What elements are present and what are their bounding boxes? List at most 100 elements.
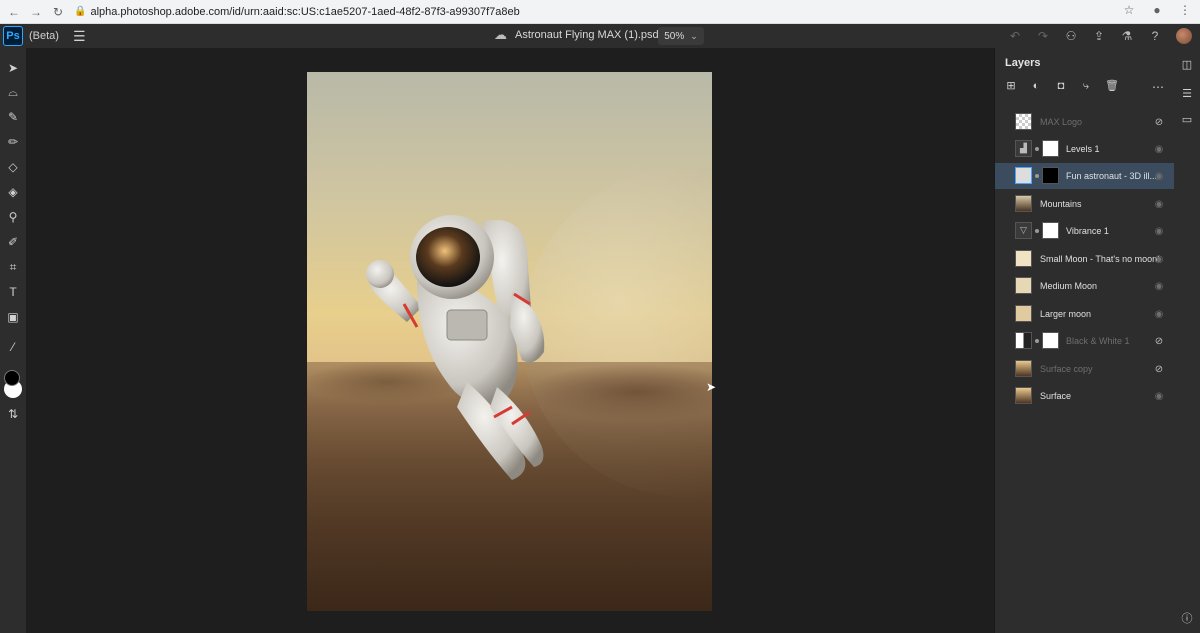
- eye-hidden-icon[interactable]: ⊘: [1153, 364, 1165, 375]
- bookmark-star-icon[interactable]: ☆: [1122, 3, 1136, 17]
- help-icon[interactable]: ?: [1148, 29, 1162, 43]
- document-title-group[interactable]: ☁ Astronaut Flying MAX (1).psdc ⌄: [494, 27, 680, 43]
- eraser-tool-icon[interactable]: ◇: [5, 159, 21, 175]
- layer-row[interactable]: Small Moon - That's no moon! ◉: [995, 246, 1175, 272]
- eye-icon[interactable]: ◉: [1153, 171, 1165, 182]
- photoshop-logo[interactable]: Ps: [3, 26, 23, 46]
- link-icon: [1035, 339, 1039, 343]
- layer-name: MAX Logo: [1040, 117, 1083, 127]
- layer-row[interactable]: Mountains ◉: [995, 191, 1175, 217]
- eye-icon[interactable]: ◉: [1153, 281, 1165, 292]
- crop-tool-icon[interactable]: ⌗: [5, 259, 21, 275]
- undo-icon[interactable]: ↶: [1008, 29, 1022, 43]
- clone-stamp-tool-icon[interactable]: ⚲: [5, 209, 21, 225]
- share-icon[interactable]: ⇪: [1092, 29, 1106, 43]
- beta-flask-icon[interactable]: ⚗: [1120, 29, 1134, 43]
- layer-row[interactable]: MAX Logo ⊘: [995, 109, 1175, 135]
- cloud-icon: ☁: [494, 27, 507, 42]
- layer-name: Mountains: [1040, 199, 1082, 209]
- delete-layer-icon[interactable]: 🗑: [1105, 80, 1119, 92]
- move-tool-icon[interactable]: ➤: [5, 60, 21, 76]
- layer-row[interactable]: ▽ Vibrance 1 ◉: [995, 218, 1175, 244]
- avatar[interactable]: [1176, 28, 1192, 44]
- place-image-tool-icon[interactable]: ▣: [5, 309, 21, 325]
- eye-icon[interactable]: ◉: [1153, 226, 1165, 237]
- layers-panel-icon[interactable]: ◫: [1181, 59, 1193, 71]
- eye-hidden-icon[interactable]: ⊘: [1153, 336, 1165, 347]
- layer-thumbnail: [1015, 113, 1032, 130]
- zoom-value: 50%: [664, 30, 685, 42]
- clip-layer-icon[interactable]: ⤷: [1080, 80, 1092, 92]
- layer-name: Small Moon - That's no moon!: [1040, 254, 1160, 264]
- chevron-down-icon: ⌄: [690, 30, 698, 41]
- foreground-color-swatch[interactable]: [4, 370, 20, 386]
- forward-icon[interactable]: →: [28, 4, 44, 20]
- more-options-icon[interactable]: ⋯: [1152, 80, 1164, 94]
- levels-adjustment-icon: ▟: [1015, 140, 1032, 157]
- properties-panel-icon[interactable]: ☰: [1181, 88, 1193, 100]
- eye-icon[interactable]: ◉: [1153, 254, 1165, 265]
- hamburger-menu-icon[interactable]: ☰: [73, 28, 86, 45]
- layers-panel-title: Layers: [1005, 57, 1041, 69]
- layer-name: Fun astronaut - 3D ill...: [1066, 171, 1158, 181]
- lasso-tool-icon[interactable]: ⌓: [5, 84, 21, 100]
- comments-panel-icon[interactable]: ▭: [1181, 114, 1193, 126]
- layer-row-selected[interactable]: Fun astronaut - 3D ill... ◉: [995, 163, 1175, 189]
- layer-mask-thumbnail: [1042, 332, 1059, 349]
- tools-toolbar: ➤ ⌓ ✎ ✏ ◇ ◈ ⚲ ✐ ⌗ T ▣ ⁄ ⇅: [0, 48, 26, 633]
- layer-row[interactable]: ▟ Levels 1 ◉: [995, 136, 1175, 162]
- add-mask-icon[interactable]: ◘: [1055, 80, 1067, 92]
- layer-thumbnail: [1015, 360, 1032, 377]
- layer-name: Black & White 1: [1066, 336, 1130, 346]
- healing-brush-tool-icon[interactable]: ✐: [5, 234, 21, 250]
- layer-row[interactable]: Surface copy ⊘: [995, 356, 1175, 382]
- zoom-dropdown[interactable]: 50% ⌄: [658, 27, 704, 45]
- swap-colors-icon[interactable]: ⇅: [5, 406, 21, 422]
- mouse-cursor-icon: ➤: [706, 380, 717, 394]
- layer-thumbnail: [1015, 387, 1032, 404]
- address-bar[interactable]: 🔒 alpha.photoshop.adobe.com/id/urn:aaid:…: [74, 3, 1194, 21]
- link-icon: [1035, 174, 1039, 178]
- layer-thumbnail: [1015, 277, 1032, 294]
- add-layer-icon[interactable]: ⊞: [1005, 80, 1017, 92]
- layer-mask-thumbnail: [1042, 222, 1059, 239]
- type-tool-icon[interactable]: T: [5, 284, 21, 300]
- eye-icon[interactable]: ◉: [1153, 391, 1165, 402]
- eye-icon[interactable]: ◉: [1153, 144, 1165, 155]
- layer-name: Surface copy: [1040, 364, 1093, 374]
- layers-panel-toolbar: ⊞ ◐ ◘ ⤷ 🗑: [1005, 80, 1119, 92]
- redo-icon[interactable]: ↷: [1036, 29, 1050, 43]
- profile-icon[interactable]: ●: [1150, 3, 1164, 17]
- paint-bucket-tool-icon[interactable]: ◈: [5, 184, 21, 200]
- layer-name: Levels 1: [1066, 144, 1100, 154]
- back-icon[interactable]: ←: [6, 4, 22, 20]
- quick-selection-tool-icon[interactable]: ✎: [5, 109, 21, 125]
- layer-name: Surface: [1040, 391, 1072, 401]
- adjustment-layer-icon[interactable]: ◐: [1030, 80, 1042, 92]
- browser-menu-icon[interactable]: ⋮: [1178, 3, 1192, 17]
- layer-thumbnail: [1015, 250, 1032, 267]
- layer-row[interactable]: Black & White 1 ⊘: [995, 328, 1175, 354]
- document-title: Astronaut Flying MAX (1).psdc: [515, 29, 665, 41]
- layer-thumbnail: [1015, 167, 1032, 184]
- layer-row[interactable]: Larger moon ◉: [995, 301, 1175, 327]
- url-text: alpha.photoshop.adobe.com/id/urn:aaid:sc…: [90, 5, 520, 18]
- layer-mask-thumbnail: [1042, 140, 1059, 157]
- eyedropper-tool-icon[interactable]: ⁄: [5, 339, 21, 355]
- brush-tool-icon[interactable]: ✏: [5, 134, 21, 150]
- eye-icon[interactable]: ◉: [1153, 199, 1165, 210]
- layer-row[interactable]: Surface ◉: [995, 383, 1175, 409]
- layer-row[interactable]: Medium Moon ◉: [995, 273, 1175, 299]
- reload-icon[interactable]: ↻: [50, 4, 66, 20]
- beta-label: (Beta): [29, 30, 59, 42]
- layer-thumbnail: [1015, 195, 1032, 212]
- vibrance-adjustment-icon: ▽: [1015, 222, 1032, 239]
- invite-user-icon[interactable]: ⚇: [1064, 29, 1078, 43]
- eye-icon[interactable]: ◉: [1153, 309, 1165, 320]
- eye-hidden-icon[interactable]: ⊘: [1153, 117, 1165, 128]
- info-icon[interactable]: ⓘ: [1181, 613, 1193, 625]
- link-icon: [1035, 147, 1039, 151]
- right-rail: ◫ ☰ ▭ ⓘ: [1174, 48, 1200, 633]
- browser-bar: ← → ↻ 🔒 alpha.photoshop.adobe.com/id/urn…: [0, 0, 1200, 24]
- document-canvas[interactable]: [307, 72, 712, 611]
